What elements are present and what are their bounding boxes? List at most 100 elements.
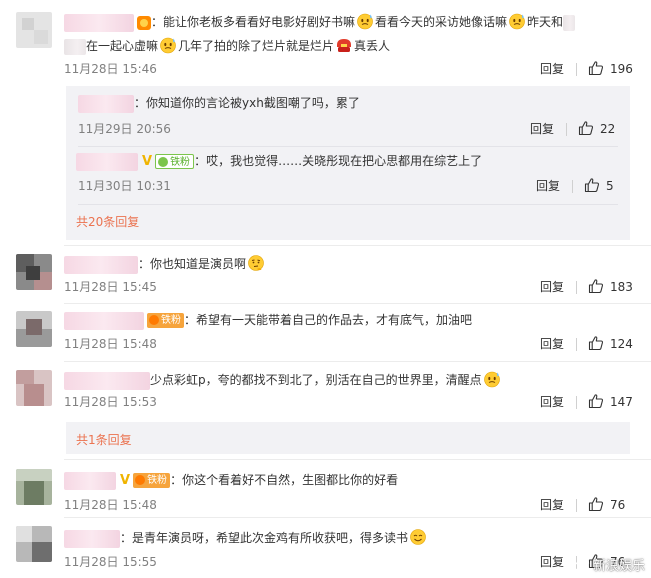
username[interactable] xyxy=(64,529,120,548)
comment-text: 少点彩虹p，夸的都找不到北了，别活在自己的世界里，清醒点 xyxy=(64,370,502,390)
avatar[interactable] xyxy=(16,370,52,406)
thumb-up-icon xyxy=(588,278,604,294)
reply-button[interactable]: 回复 xyxy=(540,496,564,514)
reply-button[interactable]: 回复 xyxy=(540,278,564,296)
watermark-text: 新浪娱乐 xyxy=(592,559,645,574)
separator xyxy=(576,63,577,76)
separator xyxy=(572,180,573,193)
sub-replies: ：你知道你的言论被yxh截图嘲了吗，累了 11月29日 20:56 回复 22 … xyxy=(66,86,630,240)
like-count: 124 xyxy=(610,337,633,351)
username[interactable] xyxy=(64,371,150,390)
reply-button[interactable]: 回复 xyxy=(540,553,564,571)
avatar[interactable] xyxy=(16,254,52,290)
more-replies-link[interactable]: 共20条回复 xyxy=(76,213,139,230)
like-count: 5 xyxy=(606,179,614,193)
timestamp: 11月28日 15:53 xyxy=(64,395,157,409)
timestamp: 11月28日 15:45 xyxy=(64,280,157,294)
reply-button[interactable]: 回复 xyxy=(540,60,564,78)
username[interactable] xyxy=(64,311,144,330)
like-button[interactable]: 183 xyxy=(588,278,633,296)
separator xyxy=(576,499,577,512)
reply-button[interactable]: 回复 xyxy=(540,335,564,353)
username[interactable] xyxy=(64,471,116,490)
emoji-sweat-icon xyxy=(483,370,501,388)
mention-blurred[interactable] xyxy=(64,38,86,55)
fan-badge-icon: 铁粉 xyxy=(155,154,195,169)
comment-meta: 11月28日 15:46 回复 196 xyxy=(64,60,634,78)
divider xyxy=(78,146,618,147)
sub-reply-meta: 11月30日 10:31 回复 5 xyxy=(78,177,622,195)
reply-button[interactable]: 回复 xyxy=(536,177,560,195)
emoji-sweat-icon xyxy=(508,12,526,30)
vip-v-icon: V xyxy=(142,153,153,169)
like-button[interactable]: 124 xyxy=(588,335,633,353)
thumb-up-icon xyxy=(578,120,594,136)
emoji-sweat-icon xyxy=(356,12,374,30)
username[interactable] xyxy=(78,94,134,113)
separator xyxy=(576,281,577,294)
more-replies-link[interactable]: 共1条回复 xyxy=(76,431,132,448)
fan-badge-icon: 铁粉 xyxy=(133,473,171,488)
comment-text: ：是青年演员呀，希望此次金鸡有所收获吧，得多读书 xyxy=(64,528,428,548)
timestamp: 11月28日 15:46 xyxy=(64,62,157,76)
comment-meta: 11月28日 15:48 回复 124 xyxy=(64,335,634,353)
comment-item: V 铁粉 ：你这个看着好不自然，生图都比你的好看 11月28日 15:48 回复 7… xyxy=(0,465,651,517)
emoji-sweat-icon xyxy=(159,36,177,54)
divider xyxy=(64,245,651,246)
sub-reply-meta: 11月29日 20:56 回复 22 xyxy=(78,120,622,138)
reply-button[interactable]: 回复 xyxy=(540,393,564,411)
like-button[interactable]: 196 xyxy=(588,60,633,78)
weibo-logo-icon xyxy=(573,558,590,572)
like-button[interactable]: 5 xyxy=(584,177,614,195)
comment-meta: 11月28日 15:53 回复 147 xyxy=(64,393,634,411)
sub-replies: 共1条回复 xyxy=(66,422,630,454)
timestamp: 11月29日 20:56 xyxy=(78,122,171,136)
watermark: 新浪娱乐 xyxy=(573,555,645,574)
comment-text: V 铁粉 ：你这个看着好不自然，生图都比你的好看 xyxy=(64,471,398,490)
comment-text-line2: 在一起心虚嘛 几年了拍的除了烂片就是烂片 真丢人 xyxy=(64,36,390,55)
comment-item: 铁粉 ：希望有一天能带着自己的作品去，才有底气，加油吧 11月28日 15:48 … xyxy=(0,305,651,361)
comment-meta: 11月28日 15:48 回复 76 xyxy=(64,496,634,514)
mention-blurred[interactable] xyxy=(563,14,576,31)
comment-item: 少点彩虹p，夸的都找不到北了，别活在自己的世界里，清醒点 11月28日 15:5… xyxy=(0,364,651,454)
avatar[interactable] xyxy=(16,526,52,562)
comment-text: 铁粉 ：希望有一天能带着自己的作品去，才有底气，加油吧 xyxy=(64,311,472,330)
separator xyxy=(576,396,577,409)
comment-meta: 11月28日 15:55 回复 76 xyxy=(64,553,634,571)
avatar[interactable] xyxy=(16,469,52,505)
divider xyxy=(64,459,651,460)
like-button[interactable]: 76 xyxy=(588,496,625,514)
reply-button[interactable]: 回复 xyxy=(530,120,554,138)
like-count: 196 xyxy=(610,62,633,76)
fan-badge-icon xyxy=(137,15,151,30)
like-count: 22 xyxy=(600,122,616,136)
like-count: 183 xyxy=(610,280,633,294)
divider xyxy=(78,204,618,205)
thumb-up-icon xyxy=(588,60,604,76)
avatar[interactable] xyxy=(16,12,52,48)
username[interactable] xyxy=(76,152,138,171)
separator xyxy=(566,123,567,136)
like-button[interactable]: 22 xyxy=(578,120,615,138)
thumb-up-icon xyxy=(588,335,604,351)
emoji-thinking-icon xyxy=(247,254,265,272)
divider xyxy=(64,303,651,304)
divider xyxy=(64,517,651,518)
fan-badge-icon: 铁粉 xyxy=(147,313,184,328)
username[interactable] xyxy=(64,255,138,274)
sub-reply-text: ：你知道你的言论被yxh截图嘲了吗，累了 xyxy=(78,94,360,113)
timestamp: 11月30日 10:31 xyxy=(78,179,171,193)
comment-item: ：能让你老板多看看好电影好剧好书嘛 看看今天的采访她像话嘛 昨天和 在一起心虚嘛 几年… xyxy=(0,0,651,240)
emoji-smile-icon xyxy=(409,528,427,546)
timestamp: 11月28日 15:55 xyxy=(64,555,157,569)
comment-meta: 11月28日 15:45 回复 183 xyxy=(64,278,634,296)
timestamp: 11月28日 15:48 xyxy=(64,337,157,351)
like-count: 76 xyxy=(610,498,626,512)
timestamp: 11月28日 15:48 xyxy=(64,498,157,512)
divider xyxy=(64,361,651,362)
username[interactable] xyxy=(64,13,134,32)
avatar[interactable] xyxy=(16,311,52,347)
like-button[interactable]: 147 xyxy=(588,393,633,411)
thumb-up-icon xyxy=(588,393,604,409)
sub-reply-text: V 铁粉 ：哎，我也觉得……关晓彤现在把心思都用在综艺上了 xyxy=(76,152,482,171)
